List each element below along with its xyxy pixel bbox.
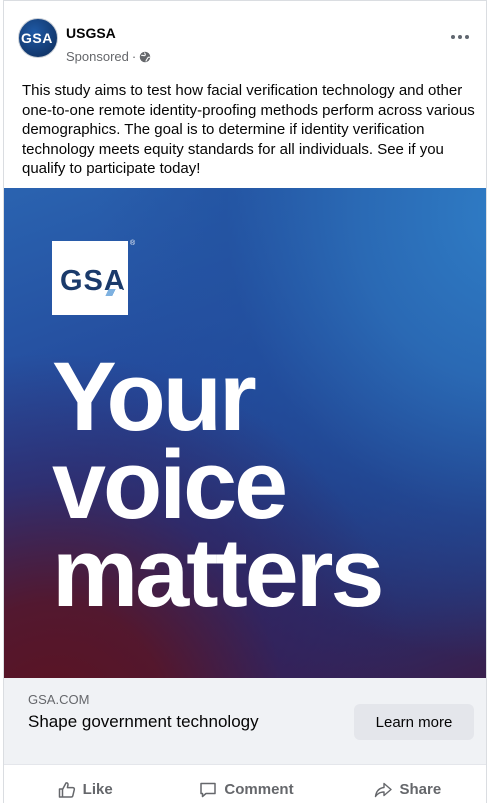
- sponsored-label[interactable]: Sponsored: [66, 49, 129, 64]
- post-actions-bar: Like Comment Share: [4, 764, 486, 803]
- post-meta: Sponsored ·: [66, 49, 151, 64]
- avatar-logo-text: GSA: [21, 30, 53, 46]
- gsa-logo: GSA: [52, 241, 128, 315]
- hero-headline: Your voice matters: [52, 342, 384, 627]
- page-avatar[interactable]: GSA: [18, 18, 58, 58]
- thumbs-up-icon: [58, 781, 75, 798]
- globe-icon[interactable]: [139, 51, 151, 63]
- headline-line: matters: [52, 518, 384, 627]
- comment-bubble-icon: [200, 782, 217, 797]
- share-button[interactable]: Share: [327, 765, 486, 803]
- share-label: Share: [399, 781, 442, 798]
- like-label: Like: [82, 781, 113, 798]
- learn-more-button[interactable]: Learn more: [354, 704, 474, 740]
- comment-label: Comment: [224, 781, 294, 798]
- page-name-link[interactable]: USGSA: [66, 25, 116, 41]
- post-body-text: This study aims to test how facial verif…: [22, 82, 475, 178]
- like-button[interactable]: Like: [4, 765, 165, 803]
- link-preview-bar[interactable]: GSA.COM Shape government technology Lear…: [4, 678, 486, 764]
- headline-line: Your: [52, 342, 257, 451]
- link-domain: GSA.COM: [28, 692, 90, 707]
- ad-hero-image[interactable]: GSA ® Your voice matters: [4, 188, 486, 678]
- more-options-icon[interactable]: [446, 27, 474, 47]
- meta-separator: ·: [131, 49, 137, 64]
- link-title[interactable]: Shape government technology: [28, 712, 259, 732]
- registered-mark: ®: [130, 240, 136, 247]
- headline-line: voice: [52, 430, 288, 539]
- sponsored-post-card: GSA USGSA Sponsored · This study aims to…: [3, 0, 487, 803]
- post-header: GSA USGSA Sponsored ·: [4, 1, 486, 73]
- comment-button[interactable]: Comment: [165, 765, 326, 803]
- share-arrow-icon: [375, 782, 393, 797]
